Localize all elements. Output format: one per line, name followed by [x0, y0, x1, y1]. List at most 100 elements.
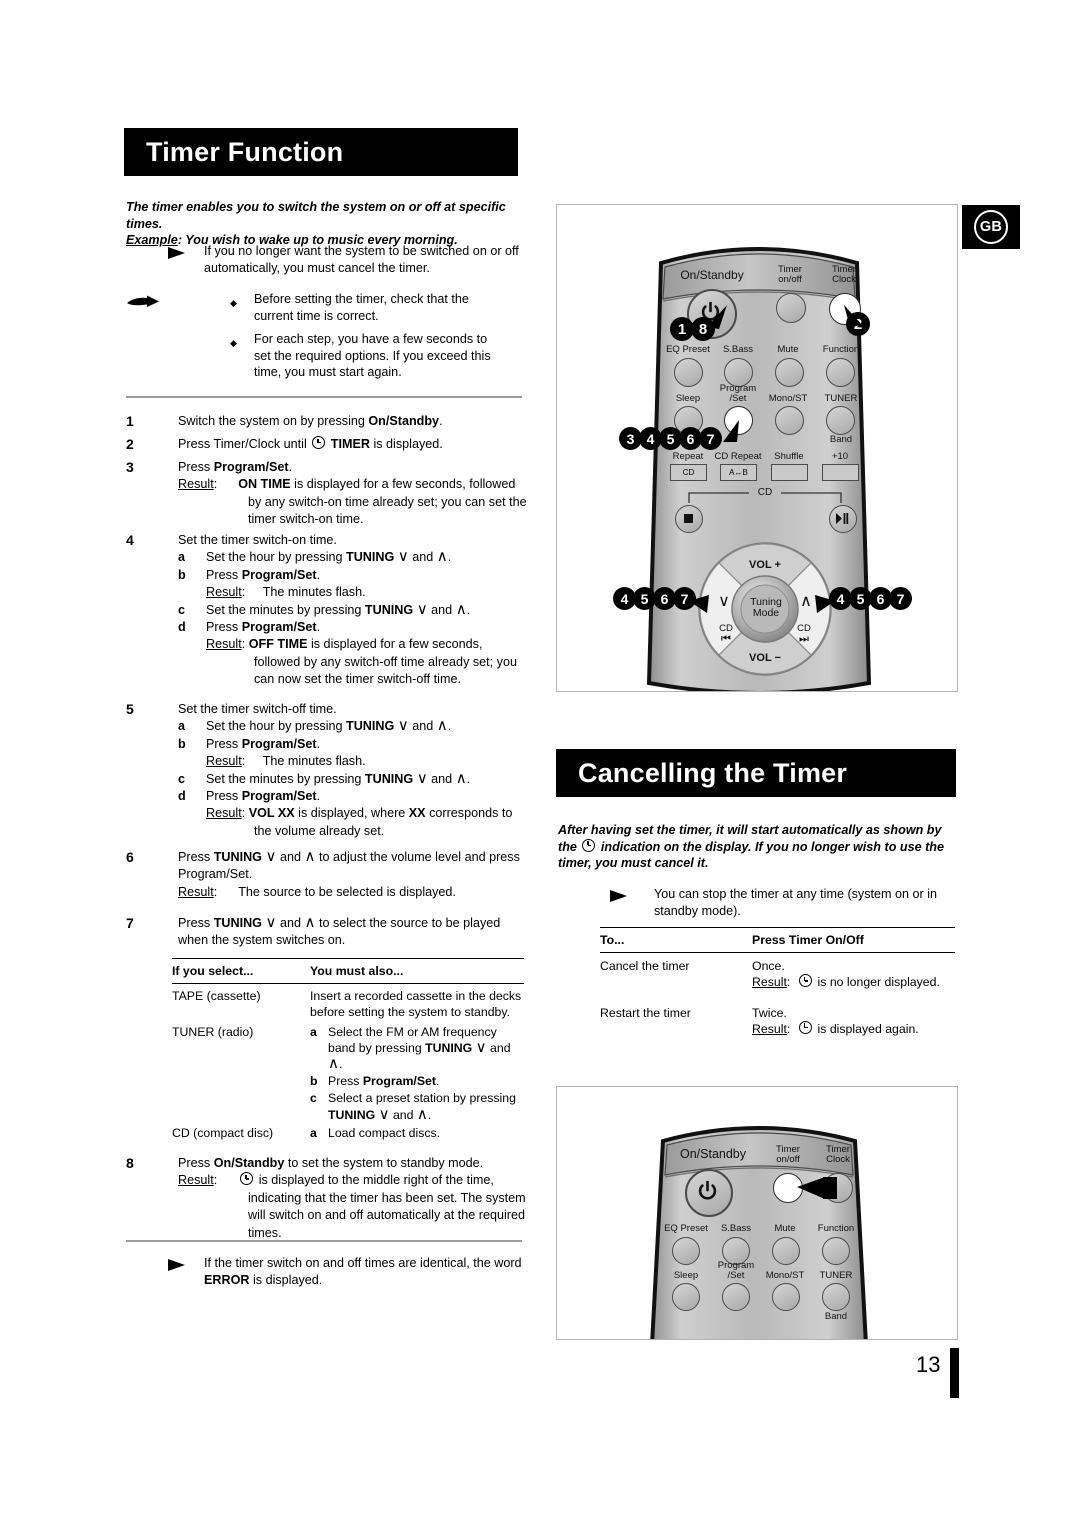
restart-row-label: Restart the timer — [600, 1005, 691, 1020]
tuner-c-pre: Select a preset station by pressing — [328, 1091, 516, 1106]
tuner-b-bold: Program/Set — [362, 1074, 436, 1089]
s6-result: The source to be selected is displayed. — [238, 884, 456, 899]
sub-letter: c — [178, 771, 186, 786]
tuner-button[interactable] — [822, 1283, 850, 1311]
plus-ten-button[interactable] — [822, 464, 859, 481]
result-label: Result — [206, 637, 242, 652]
sub-letter: a — [310, 1125, 317, 1140]
s5d-text: Press — [206, 789, 242, 804]
repeat-button[interactable]: CD — [670, 464, 707, 481]
chevron-down-icon: ∨ — [475, 1038, 487, 1056]
s5a-text: Set the hour by pressing — [206, 719, 347, 734]
label-vol-up: VOL + — [749, 559, 781, 571]
mute-button[interactable] — [772, 1237, 800, 1265]
section2-intro: After having set the timer, it will star… — [558, 822, 956, 872]
step-3-bold: Program/Set — [213, 460, 289, 474]
row-tape-value: Insert a recorded cassette in the decks … — [310, 989, 522, 1020]
divider — [126, 1240, 522, 1242]
highlight-pointer-timer-onoff — [797, 1177, 837, 1199]
s4c-tail: . — [466, 602, 471, 617]
label-timer-onoff: Timer on/off — [763, 1145, 813, 1165]
mute-button[interactable] — [775, 358, 804, 387]
callout-pointer-power — [707, 305, 727, 329]
function-button[interactable] — [826, 358, 855, 387]
chevron-up-icon: ∧ — [304, 848, 316, 865]
label-mono-st: Mono/ST — [768, 393, 808, 404]
clock-icon — [799, 1020, 813, 1034]
next-track-icon: ⏭ — [799, 633, 809, 645]
s5d-result-t2: is displayed, where — [294, 806, 409, 821]
step-1-bold: On/Standby — [368, 414, 440, 428]
cd-repeat-button[interactable]: A↔B — [720, 464, 757, 481]
shuffle-button[interactable] — [771, 464, 808, 481]
label-timer-clock: Timer Clock — [819, 265, 869, 285]
sub-letter: b — [178, 736, 186, 751]
chevron-up-icon: ∧ — [436, 717, 448, 735]
label-band: Band — [824, 1311, 848, 1322]
chevron-up-icon: ∧ — [328, 1055, 339, 1073]
clock-icon — [240, 1172, 254, 1186]
s4d-text: Press — [206, 620, 242, 635]
table-row: TAPE (cassette) Insert a recorded casset… — [172, 984, 524, 1020]
cd-a-pre: Load compact discs. — [328, 1125, 441, 1140]
cancel-timer-table: To... Press Timer On/Off Cancel the time… — [600, 927, 955, 1037]
label-band: Band — [829, 434, 853, 445]
restart-row-value: Twice. — [752, 1005, 787, 1020]
s5a-tail: . — [447, 719, 452, 734]
manual-page: Timer Function The timer enables you to … — [0, 0, 1080, 1528]
tuner-button[interactable] — [826, 406, 855, 435]
label-plus-ten: +10 — [831, 451, 849, 462]
pointing-hand-icon — [127, 295, 159, 307]
mono-st-button[interactable] — [772, 1283, 800, 1311]
cancel-row-label: Cancel the timer — [600, 959, 690, 974]
step-number: 7 — [126, 915, 134, 931]
timer-onoff-line2: on/off — [778, 274, 802, 285]
result-label: Result — [178, 1173, 214, 1188]
remote-diagram-top: On/Standby Timer on/off Timer Clock 1 8 … — [556, 204, 958, 692]
sub-letter: b — [310, 1074, 318, 1089]
remote-diagram-bottom: On/Standby Timer on/off Timer Clock EQ P… — [556, 1086, 958, 1340]
sleep-button[interactable] — [672, 1283, 700, 1311]
tuner-a-pre: Select the FM or AM frequency band by pr… — [328, 1024, 497, 1055]
result-label: Result — [178, 884, 214, 899]
chevron-down-icon: ∨ — [265, 848, 277, 865]
sub-letter: d — [178, 789, 186, 804]
s4c-text: Set the minutes by pressing — [206, 602, 365, 617]
hand-note-2: For each step, you have a few seconds to… — [254, 332, 491, 379]
s5d-result-bold2: XX — [408, 806, 426, 821]
chevron-down-icon[interactable]: ∨ — [715, 594, 733, 610]
label-function: Function — [822, 344, 860, 355]
table-header-col2: You must also... — [310, 964, 404, 978]
label-s-bass: S.Bass — [722, 344, 754, 355]
s5b-text: Press — [206, 736, 242, 751]
s5b-result: The minutes flash. — [262, 754, 366, 769]
section-banner-cancelling-timer: Cancelling the Timer — [556, 749, 956, 797]
result-label: Result — [206, 585, 242, 600]
final-note-bold: ERROR — [204, 1272, 250, 1287]
timer-onoff-button[interactable] — [776, 293, 806, 323]
s7-mid: and — [276, 916, 305, 930]
result-label: Result — [178, 477, 214, 492]
chevron-up-icon: ∧ — [416, 1105, 428, 1123]
eq-preset-button[interactable] — [672, 1237, 700, 1265]
clock-icon — [312, 436, 326, 449]
cancel-row-value: Once. — [752, 959, 785, 974]
s6-mid: and — [276, 850, 305, 864]
s8-result: is displayed to the middle right of the … — [248, 1173, 526, 1240]
eq-preset-button[interactable] — [674, 358, 703, 387]
tuner-b-tail: . — [435, 1074, 440, 1089]
function-button[interactable] — [822, 1237, 850, 1265]
chevron-down-icon: ∨ — [265, 914, 277, 931]
program-set-button[interactable] — [722, 1283, 750, 1311]
program-line2: /Set — [729, 393, 747, 404]
label-mute: Mute — [774, 1223, 796, 1234]
s4a-mid: and — [408, 550, 437, 565]
restart-row-result: is displayed again. — [817, 1021, 919, 1036]
label-timer-clock: Timer Clock — [813, 1145, 863, 1165]
chevron-up-icon: ∧ — [455, 600, 467, 618]
cancel-row-result: is no longer displayed. — [817, 975, 940, 990]
step-3-post: . — [288, 460, 293, 474]
s5d-result-bold: VOL XX — [248, 806, 295, 821]
section2-title: Cancelling the Timer — [578, 757, 848, 788]
mono-st-button[interactable] — [775, 406, 804, 435]
